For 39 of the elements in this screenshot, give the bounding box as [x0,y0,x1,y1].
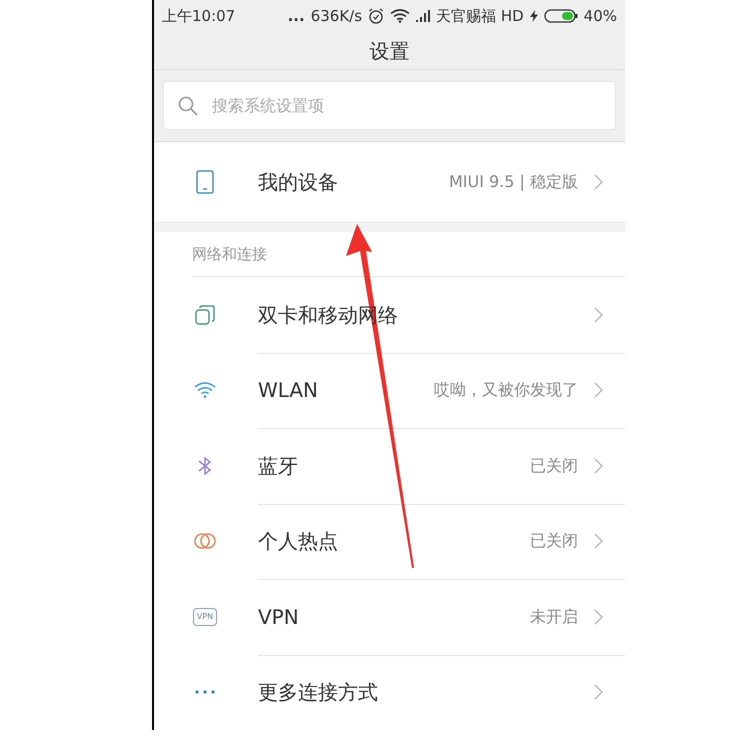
item-value: MIUI 9.5 | 稳定版 [448,171,578,194]
chevron-icon [594,382,603,398]
bluetooth-icon [197,456,213,476]
chevron-icon [594,533,603,550]
item-label: 我的设备 [258,169,338,196]
more-icon [195,690,215,694]
signal-icon [416,10,430,22]
chevron-icon [594,174,603,190]
item-value: 已关闭 [530,530,578,552]
carrier-name: 天官赐福 HD [436,6,524,27]
page-title: 设置 [370,38,410,65]
phone-icon [196,170,214,194]
item-value: 未开启 [530,606,578,628]
search-icon [178,96,198,116]
chevron-icon [594,306,603,323]
status-dots: ... [288,6,305,27]
item-label: WLAN [258,377,318,404]
status-time: 上午10:07 [162,6,236,27]
chevron-icon [594,458,603,474]
chevron-icon [594,608,603,625]
alarm-icon [368,8,384,24]
battery-icon [544,9,578,24]
hotspot-icon [193,532,217,550]
section-header: 网络和连接 [192,244,267,265]
item-label: 更多连接方式 [258,679,378,706]
item-value: 哎呦，又被你发现了 [434,379,578,402]
cards-icon [195,304,215,325]
bolt-icon [530,10,538,22]
network-speed: 636K/s [310,6,362,27]
vpn-icon: VPN [192,608,218,626]
wifi-icon [194,382,216,398]
wifi-icon [390,9,410,24]
item-label: 蓝牙 [258,452,298,480]
item-value: 已关闭 [530,454,578,477]
search-field[interactable]: 搜索系统设置项 [163,81,616,130]
item-label: VPN [258,604,299,631]
chevron-icon [594,684,603,700]
item-label: 个人热点 [258,528,338,556]
battery-percent: 40% [584,6,617,27]
